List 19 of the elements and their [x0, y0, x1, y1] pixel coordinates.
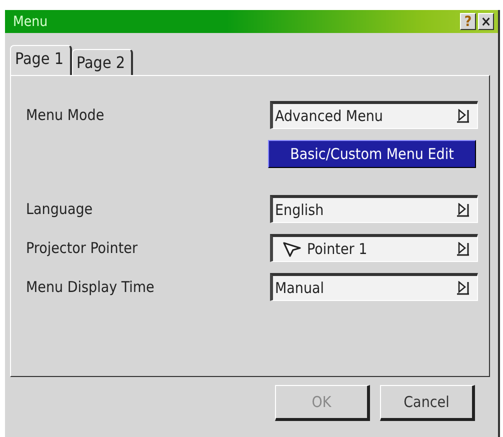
arrow-icon [457, 203, 469, 217]
setting-label: Language [26, 200, 94, 218]
setting-label: Menu Mode [26, 106, 106, 124]
pointer-icon [283, 241, 301, 257]
dropdown[interactable]: Pointer 1 [270, 234, 478, 262]
tab[interactable]: Page 2 [72, 49, 134, 75]
dropdown[interactable]: Advanced Menu [270, 101, 478, 129]
arrow-icon [457, 109, 469, 123]
dropdown[interactable]: Manual [270, 273, 478, 301]
window-title: Menu [13, 14, 49, 30]
arrow-icon [457, 281, 469, 295]
menu-edit-button[interactable]: Basic/Custom Menu Edit [268, 140, 476, 168]
cancel-button[interactable]: Cancel [380, 385, 475, 421]
arrow-icon [457, 242, 469, 256]
tab[interactable]: Page 1 [10, 45, 72, 75]
close-button[interactable]: × [478, 13, 494, 30]
setting-label: Menu Display Time [26, 278, 156, 296]
dropdown[interactable]: English [270, 195, 478, 223]
setting-label: Projector Pointer [26, 239, 138, 257]
